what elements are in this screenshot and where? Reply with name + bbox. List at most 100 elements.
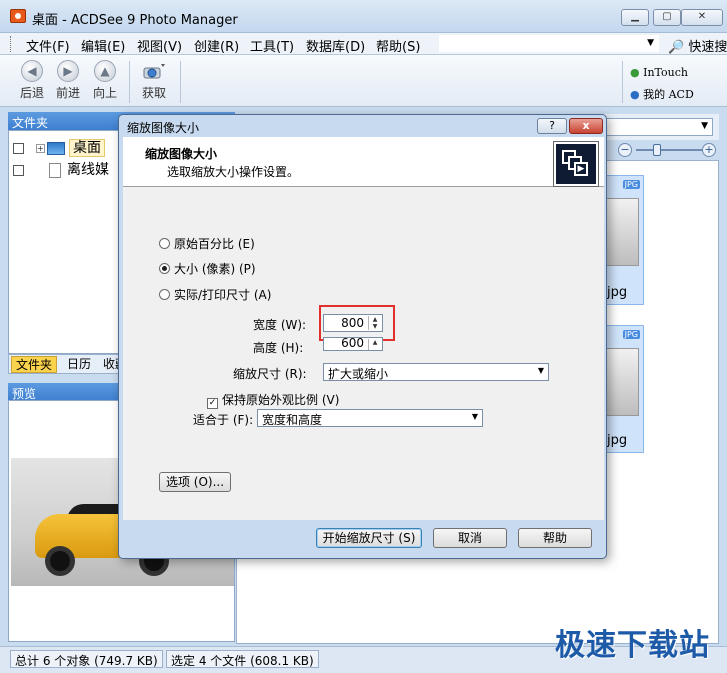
window-title: 桌面 - ACDSee 9 Photo Manager (32, 13, 238, 28)
back-button[interactable]: ◀ 后退 (15, 60, 49, 101)
menu-file[interactable]: 文件(F) (26, 36, 70, 55)
menu-create[interactable]: 创建(R) (194, 36, 239, 55)
acquire-label: 获取 (141, 86, 166, 100)
minimize-button[interactable]: ▁ (621, 9, 649, 26)
checkbox-checked-icon[interactable]: ✓ (207, 398, 218, 409)
spin-arrows-icon[interactable]: ▲ (368, 339, 381, 350)
radio-button[interactable] (159, 238, 170, 249)
menu-bar: 文件(F) 编辑(E) 视图(V) 创建(R) 工具(T) 数据库(D) 帮助(… (0, 33, 727, 55)
menu-dropdown[interactable]: ▼ (439, 35, 659, 52)
height-label: 高度 (H): (253, 341, 304, 355)
thumbnail-item[interactable]: JPG jpg (604, 325, 644, 453)
zoom-in-icon[interactable]: + (702, 143, 716, 157)
fit-select[interactable]: 宽度和高度 ▼ (257, 409, 483, 427)
logo-arrow-square: ▶ (574, 162, 588, 176)
tree-checkbox[interactable] (13, 142, 24, 154)
keep-ratio-label: 保持原始外观比例 (V) (222, 393, 340, 407)
preview-pane-title: 预览 (12, 387, 37, 401)
dialog-help-icon-button[interactable]: ? (537, 118, 567, 134)
car-wheel-shape (45, 546, 75, 576)
thumbnail-label: jpg (607, 285, 628, 300)
start-resize-button[interactable]: 开始缩放尺寸 (S) (316, 528, 422, 548)
tree-checkbox[interactable] (13, 164, 24, 176)
tree-item-desktop[interactable]: + 桌面 (13, 137, 105, 157)
quick-search-button[interactable]: 🔎 快速搜 (668, 36, 727, 55)
acd-globe-icon: ● (630, 88, 640, 101)
tab-calendar[interactable]: 日历 (63, 356, 95, 373)
my-acd-link[interactable]: ● 我的 ACD (630, 86, 694, 102)
expand-icon[interactable]: + (36, 143, 45, 153)
tab-folders[interactable]: 文件夹 (11, 356, 58, 373)
intouch-label: InTouch (643, 66, 688, 79)
up-label: 向上 (92, 86, 117, 100)
menu-grip (10, 36, 13, 52)
radio-label: 实际/打印尺寸 (A) (174, 288, 272, 302)
close-button[interactable]: ✕ (681, 9, 723, 26)
width-highlight (319, 305, 395, 341)
width-label: 宽度 (W): (253, 318, 307, 332)
maximize-button[interactable]: ▢ (653, 9, 681, 26)
menu-database[interactable]: 数据库(D) (306, 36, 365, 55)
chevron-down-icon: ▼ (701, 121, 708, 131)
document-icon (49, 162, 61, 178)
intouch-icon: ● (630, 66, 640, 79)
thumbnail-image (605, 348, 639, 416)
toolbar-separator (180, 61, 181, 103)
acquire-icon (143, 64, 165, 79)
radio-print-size[interactable]: 实际/打印尺寸 (A) (159, 286, 271, 303)
fit-label: 适合于 (F): (193, 413, 254, 427)
acdsee-app-icon (10, 9, 26, 23)
keep-ratio-checkbox[interactable]: ✓ 保持原始外观比例 (V) (207, 391, 339, 409)
zoom-thumb[interactable] (653, 144, 661, 156)
status-total: 总计 6 个对象 (749.7 KB) (10, 650, 163, 668)
arrow-up-icon: ▲ (94, 60, 116, 82)
toolbar: ◀ 后退 ▶ 前进 ▲ 向上 获取 ● InTouch ● 我的 ACD (0, 55, 727, 107)
site-watermark: 极速下载站 (555, 628, 710, 663)
thumbnail-item[interactable]: JPG jpg (604, 175, 644, 305)
radio-label: 大小 (像素) (P) (174, 262, 256, 276)
radio-button[interactable] (159, 263, 170, 274)
path-dropdown[interactable]: ▼ (605, 118, 713, 136)
dialog-title: 缩放图像大小 (127, 121, 200, 135)
intouch-link[interactable]: ● InTouch (630, 66, 688, 79)
status-selected: 选定 4 个文件 (608.1 KB) (166, 650, 319, 668)
zoom-slider[interactable]: − + (618, 143, 718, 159)
resize-mode-label: 缩放尺寸 (R): (233, 367, 307, 381)
menu-edit[interactable]: 编辑(E) (81, 36, 125, 55)
resize-dialog: 缩放图像大小 ? x 缩放图像大小 选取缩放大小操作设置。 ▶ 原始百分比 (E… (118, 114, 607, 559)
dialog-body: 原始百分比 (E) 大小 (像素) (P) 实际/打印尺寸 (A) 宽度 (W)… (123, 187, 604, 520)
menu-view[interactable]: 视图(V) (137, 36, 182, 55)
radio-button[interactable] (159, 289, 170, 300)
dialog-header: 缩放图像大小 选取缩放大小操作设置。 ▶ (123, 137, 604, 187)
main-titlebar: 桌面 - ACDSee 9 Photo Manager ▁ ▢ ✕ (0, 0, 727, 33)
options-button[interactable]: 选项 (O)... (159, 472, 231, 492)
dialog-close-button[interactable]: x (569, 118, 603, 134)
tree-item-label: 离线媒 (67, 162, 109, 178)
height-stepper[interactable]: 600 ▲ (323, 337, 383, 351)
close-icon: ✕ (697, 11, 707, 22)
up-button[interactable]: ▲ 向上 (88, 60, 122, 101)
minimize-icon: ▁ (631, 11, 639, 22)
resize-logo-icon: ▶ (553, 141, 599, 187)
tree-item-offline[interactable]: 离线媒 (13, 159, 109, 179)
forward-button[interactable]: ▶ 前进 (51, 60, 85, 101)
forward-label: 前进 (55, 86, 80, 100)
dialog-heading: 缩放图像大小 (145, 147, 218, 161)
chevron-down-icon: ▼ (537, 366, 544, 375)
radio-size-pixels[interactable]: 大小 (像素) (P) (159, 260, 256, 277)
radio-original-percent[interactable]: 原始百分比 (E) (159, 235, 255, 252)
help-button[interactable]: 帮助 (518, 528, 592, 548)
menu-help[interactable]: 帮助(S) (376, 36, 420, 55)
menu-tools[interactable]: 工具(T) (250, 36, 294, 55)
desktop-icon (47, 141, 65, 155)
cancel-button[interactable]: 取消 (433, 528, 507, 548)
resize-mode-select[interactable]: 扩大或缩小 ▼ (323, 363, 549, 381)
toolbar-separator (129, 61, 130, 103)
back-label: 后退 (19, 86, 44, 100)
thumbnail-label: jpg (607, 433, 628, 448)
zoom-out-icon[interactable]: − (618, 143, 632, 157)
arrow-left-icon: ◀ (21, 60, 43, 82)
jpg-badge: JPG (622, 180, 640, 189)
chevron-down-icon: ▼ (471, 412, 478, 421)
acquire-button[interactable]: 获取 (136, 60, 172, 101)
